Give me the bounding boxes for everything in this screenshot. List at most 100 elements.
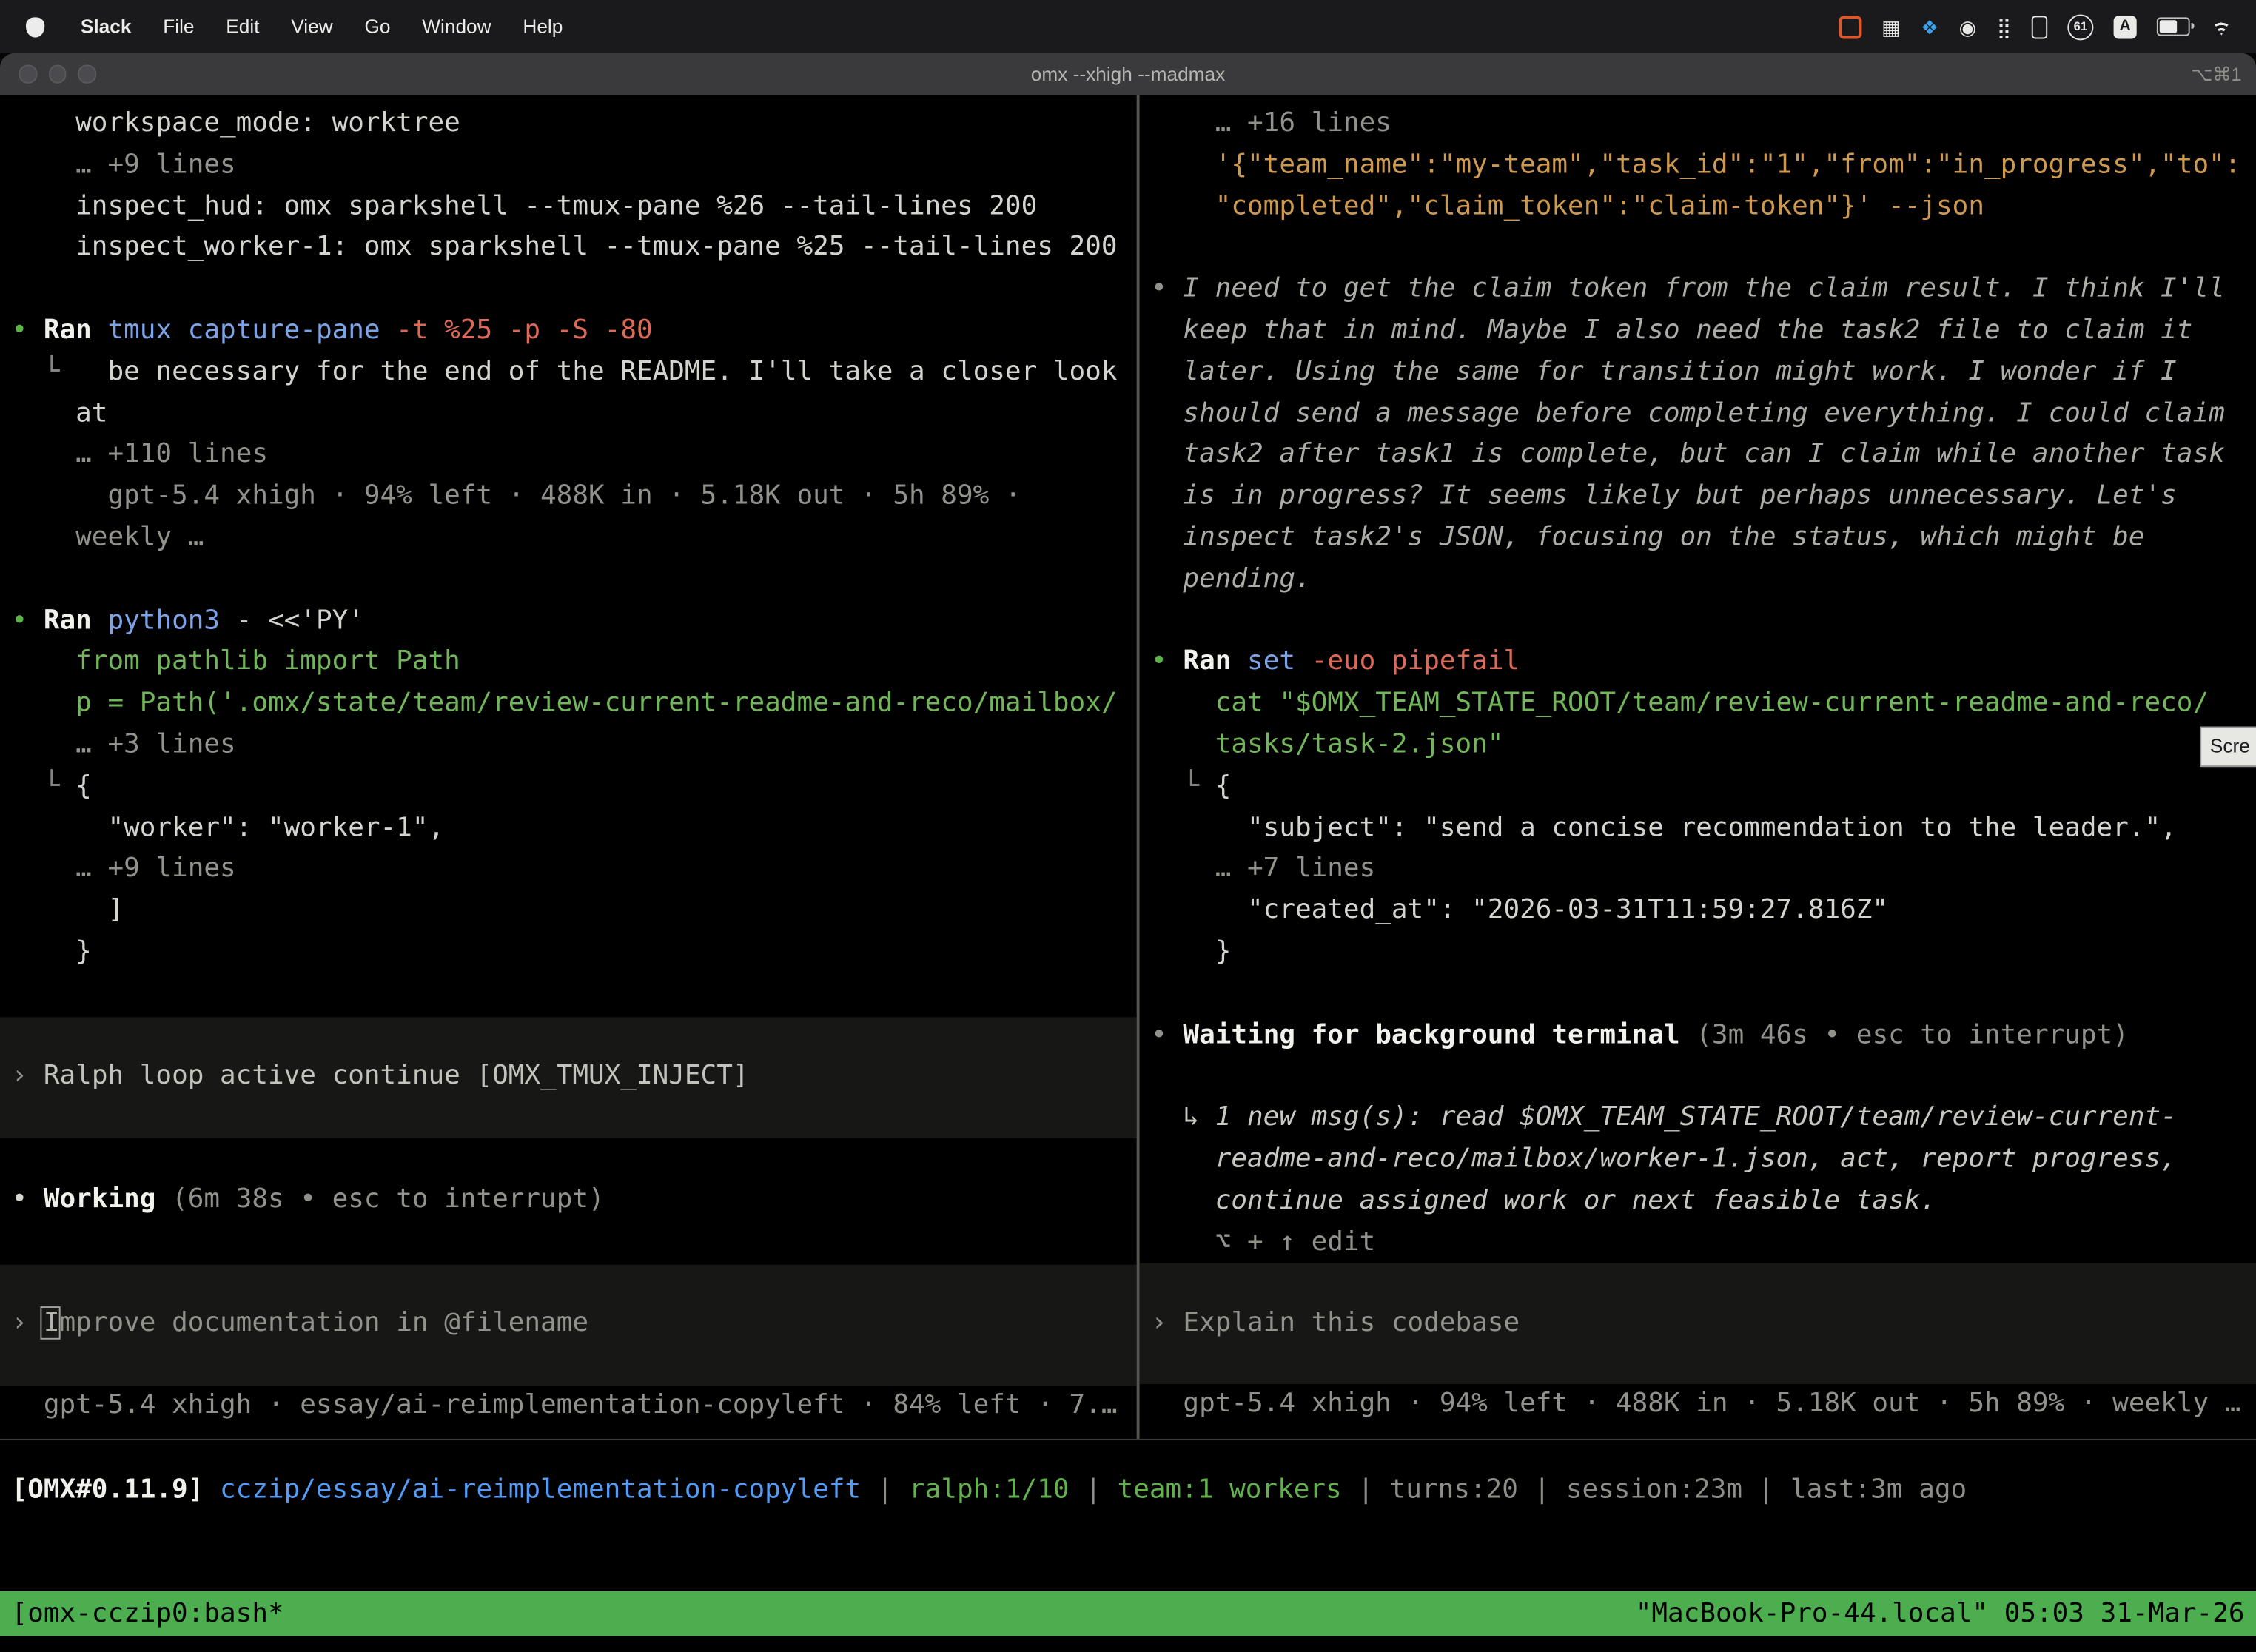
prompt-text: › Ralph loop active continue [OMX_TMUX_I…: [12, 1056, 1137, 1098]
ralph-loop-banner: › Ralph loop active continue [OMX_TMUX_I…: [0, 1017, 1137, 1138]
blue-app-icon[interactable]: ❖: [1921, 16, 1938, 36]
text-segment: … +7 lines: [1151, 853, 1375, 884]
apple-menu-icon[interactable]: [26, 16, 44, 36]
text-segment: later. Using the same for transition mig…: [1151, 357, 2177, 387]
prompt-text: › Improve documentation in @filename: [12, 1303, 1137, 1345]
status-segment: |: [1742, 1474, 1790, 1505]
text-segment: "worker": "worker-1",: [12, 812, 445, 842]
tmux-pane-left[interactable]: workspace_mode: worktree … +9 lines insp…: [0, 95, 1137, 1439]
status-segment: [204, 1474, 220, 1505]
prompt-input-right[interactable]: › Explain this codebase: [1140, 1263, 2256, 1384]
tmux-status-bar: [omx-cczip0:bash* "MacBook-Pro-44.local"…: [0, 1591, 2256, 1636]
menu-item-view[interactable]: View: [275, 16, 349, 37]
terminal-line: … +9 lines: [12, 850, 1137, 891]
status-segment: ralph:1/10: [909, 1474, 1070, 1505]
terminal-line: later. Using the same for transition mig…: [1151, 352, 2256, 394]
terminal-line: workspace_mode: worktree: [12, 104, 1137, 145]
text-segment: pending.: [1151, 564, 1312, 594]
menu-item-go[interactable]: Go: [349, 16, 406, 37]
text-segment: {: [1215, 770, 1232, 801]
terminal-line: gpt-5.4 xhigh · 94% left · 488K in · 5.1…: [1151, 1385, 2256, 1426]
macos-menu-bar: Slack FileEditViewGoWindowHelp ▦ ❖ ◉ ⣿ 61 A: [0, 0, 2256, 53]
text-segment: '{"team_name":"my-team","task_id":"1","f…: [1151, 150, 2240, 180]
prompt-input-left[interactable]: › Improve documentation in @filename: [0, 1264, 1137, 1385]
text-segment: inspect_worker-1: omx sparkshell --tmux-…: [12, 232, 1118, 263]
dots-grid-icon[interactable]: ⣿: [1997, 16, 2012, 36]
text-segment: Ran: [44, 315, 108, 346]
terminal-line: }: [1151, 933, 2256, 974]
battery-icon[interactable]: [2157, 18, 2190, 36]
terminal-line: … +9 lines: [12, 145, 1137, 187]
text-segment: at: [12, 398, 108, 429]
window-title: omx --xhigh --madmax: [0, 53, 2256, 95]
text-segment: gpt-5.4 xhigh · essay/ai-reimplementatio…: [12, 1389, 1118, 1420]
terminal-line: • Ran set -euo pipefail: [1151, 642, 2256, 684]
terminal-line: └ {: [1151, 767, 2256, 808]
status-segment: team:1 workers: [1118, 1474, 1342, 1505]
text-segment: ›: [12, 1308, 44, 1338]
text-segment: Explain this codebase: [1183, 1308, 1520, 1338]
circle-app-icon[interactable]: ◉: [1959, 16, 1977, 36]
window-shortcut: ⌥⌘1: [2191, 53, 2241, 95]
text-segment: •: [12, 605, 44, 636]
terminal-line: └ be necessary for the end of the README…: [12, 352, 1137, 394]
text-segment: tmux capture-pane: [107, 315, 396, 346]
tooltip: Scre: [2200, 727, 2256, 767]
text-segment: task2 after task1 is complete, but can I…: [1151, 440, 2225, 470]
text-segment: ]: [12, 895, 124, 925]
text-segment: Working: [44, 1183, 172, 1214]
text-segment: … +9 lines: [12, 853, 236, 884]
prompt-text: › Explain this codebase: [1151, 1303, 2256, 1345]
terminal-line: └ {: [12, 767, 1137, 808]
terminal-line: ]: [12, 891, 1137, 933]
grid-icon[interactable]: ▦: [1881, 16, 1901, 36]
text-segment: be necessary for the end of the README. …: [60, 357, 1118, 387]
text-segment: }: [12, 936, 92, 967]
wifi-icon[interactable]: [2210, 18, 2233, 35]
terminal-line: keep that in mind. Maybe I also need the…: [1151, 311, 2256, 352]
text-segment: is in progress? It seems likely but perh…: [1151, 481, 2177, 511]
terminal-line: "worker": "worker-1",: [12, 808, 1137, 850]
text-segment: weekly …: [12, 523, 204, 553]
text-segment: }: [1151, 936, 1231, 967]
terminal-line: p = Path('.omx/state/team/review-current…: [12, 684, 1137, 725]
phone-icon[interactable]: [2032, 15, 2047, 38]
terminal-line: task2 after task1 is complete, but can I…: [1151, 435, 2256, 477]
window-title-bar[interactable]: omx --xhigh --madmax ⌥⌘1: [0, 53, 2256, 95]
spacer: [1151, 601, 2256, 642]
terminal-line: tasks/task-2.json": [1151, 725, 2256, 767]
terminal-line: gpt-5.4 xhigh · essay/ai-reimplementatio…: [12, 1385, 1137, 1426]
spacer: [12, 1220, 1137, 1263]
pane-bottom-border: [0, 1439, 2256, 1440]
text-segment: should send a message before completing …: [1151, 398, 2225, 429]
text-segment: … +3 lines: [12, 729, 236, 759]
input-source-icon[interactable]: A: [2114, 15, 2137, 38]
text-segment: {: [75, 770, 92, 801]
text-segment: continue assigned work or next feasible …: [1151, 1185, 1936, 1215]
text-segment: cat "$OMX_TEAM_STATE_ROOT/team/review-cu…: [1151, 688, 2209, 718]
menu-item-window[interactable]: Window: [406, 16, 507, 37]
battery-percent-icon[interactable]: 61: [2067, 13, 2093, 39]
text-segment: inspect_hud: omx sparkshell --tmux-pane …: [12, 191, 1038, 221]
text-segment: "completed","claim_token":"claim-token"}…: [1151, 191, 1984, 221]
text-segment: -euo pipefail: [1312, 647, 1520, 677]
terminal-content: workspace_mode: worktree … +9 lines insp…: [0, 95, 2256, 1651]
menu-item-slack[interactable]: Slack: [64, 16, 147, 37]
terminal-line: '{"team_name":"my-team","task_id":"1","f…: [1151, 145, 2256, 187]
spacer: [1151, 228, 2256, 269]
menu-item-help[interactable]: Help: [507, 16, 579, 37]
status-segment: [OMX#0.11.9]: [12, 1474, 204, 1505]
text-segment: Waiting for background terminal: [1183, 1019, 1696, 1050]
screen-recording-indicator-icon[interactable]: [1839, 15, 1861, 38]
text-segment: inspect task2's JSON, focusing on the st…: [1151, 523, 2144, 553]
tmux-host-clock: "MacBook-Pro-44.local" 05:03 31-Mar-26: [1636, 1591, 2245, 1636]
terminal-line: … +3 lines: [12, 725, 1137, 767]
spacer: [12, 974, 1137, 1017]
menu-item-edit[interactable]: Edit: [210, 16, 275, 37]
terminal-line: weekly …: [12, 518, 1137, 560]
text-segment: … +110 lines: [12, 440, 268, 470]
tmux-pane-right[interactable]: … +16 lines '{"team_name":"my-team","tas…: [1140, 95, 2256, 1439]
text-segment: (3m 46s • esc to interrupt): [1696, 1019, 2129, 1050]
terminal-line: from pathlib import Path: [12, 642, 1137, 684]
menu-item-file[interactable]: File: [147, 16, 210, 37]
